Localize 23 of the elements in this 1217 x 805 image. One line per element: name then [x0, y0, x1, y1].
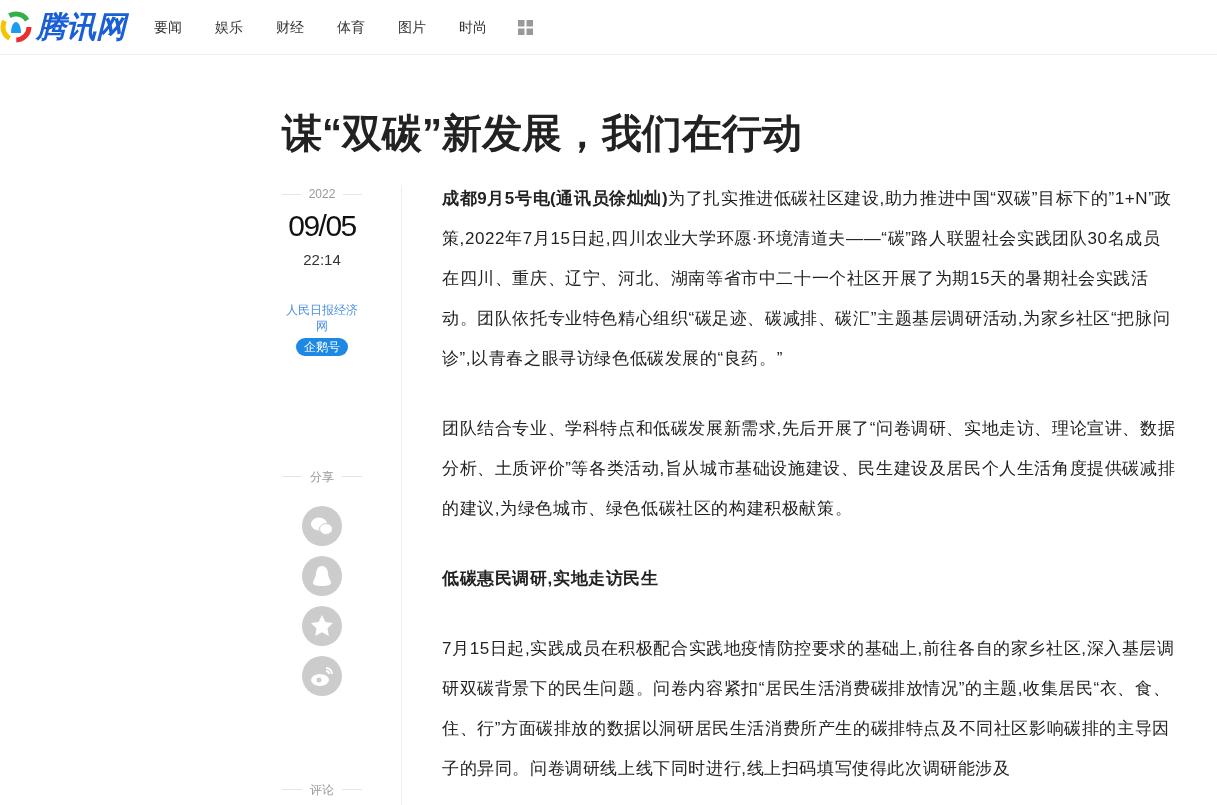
- article-paragraph: 7月15日起,实践成员在积极配合实践地疫情防控要求的基础上,前往各自的家乡社区,深入基层调研双碳背景下的民生问题。问卷内容紧扣“居民生活消费碳排放情况”的主题,收集居民“衣、食、住、行”方面碳排放的数据以洞研居民生活消费所产生的碳排特点及不同社区影响碳排的主导因子的异同。问卷调研线上线下同时进行,线上扫码填写使得此次调研能涉及: [442, 638, 1176, 780]
- logo-icon: [0, 11, 32, 43]
- share-label: 分享: [310, 468, 334, 486]
- penguin-icon[interactable]: [302, 555, 342, 596]
- nav-link[interactable]: 体育: [337, 16, 365, 38]
- weibo-icon[interactable]: [302, 655, 342, 696]
- article-time: 22:14: [303, 250, 341, 270]
- nav-link[interactable]: 财经: [276, 16, 304, 38]
- nav-link[interactable]: 娱乐: [215, 16, 243, 38]
- nav-link[interactable]: 图片: [398, 16, 426, 38]
- article-year: 2022: [308, 186, 336, 203]
- article-date: 09/05: [288, 208, 356, 244]
- nav-link[interactable]: 时尚: [459, 16, 487, 38]
- grid-menu-icon[interactable]: [518, 19, 533, 35]
- section-heading: 低碳惠民调研,实地走访民生: [442, 568, 660, 590]
- source-badge: 企鹅号: [296, 337, 348, 356]
- article-paragraph: 团队结合专业、学科特点和低碳发展新需求,先后开展了“问卷调研、实地走访、理论宣讲、数据分析、土质评价”等各类活动,旨从城市基础设施建设、民生建设及居民个人生活角度提供碳减排的建议,为绿色城市、绿色低碳社区的构建积极献策。: [442, 418, 1177, 520]
- comment-label: 评论: [310, 781, 334, 799]
- article-paragraph: 成都9月5号电(通讯员徐灿灿)为了扎实推进低碳社区建设,助力推进中国“双碳”目标下的”1+N”政策,2022年7月15日起,四川农业大学环愿·环境清道夫——“碳”路人联盟社会实践团队30名成员在四川、重庆、辽宁、河北、湖南等省市中二十一个社区开展了为期15天的暑期社会实践活动。团队依托专业特色精心组织“碳足迹、碳减排、碳汇”主题基层调研活动,为家乡社区“把脉问诊”,以青春之眼寻访绿色低碳发展的“良药。”: [442, 188, 1174, 370]
- article-title: 谋“双碳”新发展，我们在行动: [282, 110, 803, 157]
- nav-link[interactable]: 要闻: [154, 16, 182, 38]
- source-link[interactable]: 人民日报经济网: [282, 301, 362, 334]
- wechat-icon[interactable]: [302, 505, 342, 546]
